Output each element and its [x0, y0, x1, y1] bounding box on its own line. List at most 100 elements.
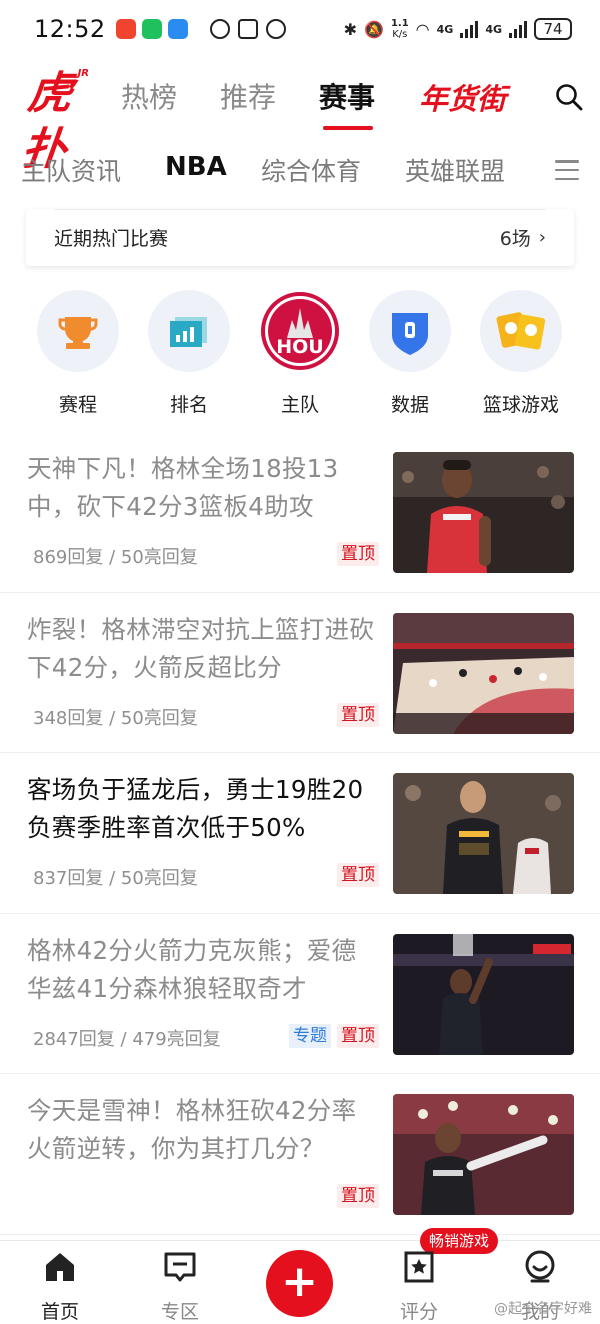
post-tags: 置顶	[337, 863, 379, 887]
hot-games-title: 近期热门比赛	[54, 228, 169, 250]
post-meta: 869回复 / 50亮回复	[33, 547, 198, 568]
status-right: ✱ 🔕 1.1 K/s ◠ 4G 4G 74	[344, 18, 572, 40]
quick-entry-basketball-games[interactable]: 篮球游戏	[471, 290, 571, 417]
list-item[interactable]: 今天是雪神！格林狂砍42分率火箭逆转，你为其打几分？ 置顶	[0, 1074, 600, 1235]
hot-games-count: 6场	[499, 228, 531, 250]
news-feed: 天神下凡！格林全场18投13中，砍下42分3篮板4助攻 869回复 / 50亮回…	[0, 432, 600, 1235]
data-saver-icon	[209, 19, 230, 39]
list-item[interactable]: 天神下凡！格林全场18投13中，砍下42分3篮板4助攻 869回复 / 50亮回…	[0, 432, 600, 593]
home-icon	[46, 1253, 74, 1281]
trophy-icon	[37, 290, 119, 372]
pinned-tag: 置顶	[337, 863, 379, 887]
post-title: 今天是雪神！格林狂砍42分率火箭逆转，你为其打几分？	[27, 1096, 357, 1163]
logo-badge: JR	[77, 68, 89, 79]
bluetooth-icon: ✱	[343, 19, 358, 39]
post-meta: 2847回复 / 479亮回复	[33, 1028, 221, 1050]
top-nav: 虎扑 JR 热榜 推荐 赛事 年货街	[0, 62, 600, 175]
list-item[interactable]: 炸裂！格林滞空对抗上篮打进砍下42分，火箭反超比分 348回复 / 50亮回复 …	[0, 593, 600, 753]
post-tags: 置顶	[337, 542, 379, 566]
quick-entry-label: 排名	[169, 394, 208, 416]
rating-star-icon	[404, 1251, 434, 1283]
post-button[interactable]: +	[266, 1250, 333, 1317]
weather-app-icon	[167, 19, 188, 39]
tab-label: 评分	[399, 1301, 438, 1323]
post-title: 炸裂！格林滞空对抗上篮打进砍下42分，火箭反超比分	[27, 614, 375, 682]
tab-label: 首页	[40, 1301, 79, 1323]
tab-recommend[interactable]: 推荐	[220, 76, 276, 116]
topic-tag: 专题	[289, 1023, 331, 1048]
pinned-tag: 置顶	[337, 542, 379, 566]
list-item[interactable]: 客场负于猛龙后，勇士19胜20负赛季胜率首次低于50% 837回复 / 50亮回…	[0, 753, 600, 914]
network-type-2: 4G	[485, 22, 502, 36]
post-tags: 置顶	[337, 702, 379, 727]
post-thumbnail	[393, 773, 574, 894]
list-item[interactable]: 格林42分火箭力克灰熊；爱德华兹41分森林狼轻取奇才 2847回复 / 479亮…	[0, 914, 600, 1074]
watermark-text: @起个名字好难	[494, 1301, 592, 1317]
status-bar: 12:52 ✱ 🔕 1.1 K/s ◠ 4G 4G 74	[0, 0, 600, 58]
sub-tab-general-sports[interactable]: 综合体育	[261, 152, 361, 188]
sub-tab-league-of-legends[interactable]: 英雄联盟	[405, 152, 505, 188]
quick-entry-ranking[interactable]: 排名	[139, 290, 239, 417]
quick-entry-schedule[interactable]: 赛程	[28, 290, 128, 417]
quick-entry-data[interactable]: 数据	[360, 290, 460, 417]
ranking-icon	[148, 290, 230, 372]
nfc-icon	[237, 19, 258, 39]
post-thumbnail	[393, 1094, 574, 1215]
hou-logo-text: HOU	[276, 336, 323, 358]
post-meta: 348回复 / 50亮回复	[33, 707, 198, 729]
post-thumbnail	[393, 452, 574, 573]
hou-team-logo: HOU	[259, 290, 341, 372]
bottom-tab-bar: 首页 专区 + 畅销游戏 评分 我的 @起个名字好难	[0, 1228, 600, 1324]
tab-events[interactable]: 赛事	[319, 76, 375, 116]
pinned-tag: 置顶	[337, 702, 379, 727]
tab-hot-list[interactable]: 热榜	[121, 76, 177, 116]
chat-box-icon	[164, 1252, 196, 1282]
post-title: 格林42分火箭力克灰熊；爱德华兹41分森林狼轻取奇才	[27, 935, 357, 1003]
quick-entry-label: 主队	[280, 394, 319, 416]
network-speed: 1.1 K/s	[391, 18, 409, 40]
alarm-icon	[265, 19, 286, 39]
system-indicators	[209, 19, 286, 39]
mute-icon: 🔕	[364, 19, 384, 39]
post-meta: 837回复 / 50亮回复	[33, 868, 198, 889]
post-title: 客场负于猛龙后，勇士19胜20负赛季胜率首次低于50%	[27, 775, 364, 842]
quick-entry-label: 数据	[390, 394, 429, 416]
quick-entry-label: 赛程	[58, 394, 97, 416]
speed-value: 1.1	[390, 18, 409, 29]
hot-games-card[interactable]: 近期热门比赛 6场 ›	[26, 209, 574, 266]
post-tags: 置顶	[337, 1184, 379, 1208]
quick-entries: 赛程 排名 HOU 主队 数据 篮球游戏	[0, 290, 600, 420]
speed-unit: K/s	[392, 29, 408, 40]
post-tags: 专题 置顶	[289, 1023, 379, 1048]
search-icon[interactable]	[554, 82, 584, 112]
profile-face-icon	[525, 1250, 555, 1283]
signal-icon-2	[509, 20, 527, 38]
tab-rating[interactable]: 评分	[379, 1249, 459, 1324]
tab-new-year-market[interactable]: 年货街	[419, 76, 506, 118]
tab-zone[interactable]: 专区	[140, 1249, 220, 1324]
taobao-app-icon	[115, 19, 136, 39]
chevron-right-icon: ›	[538, 227, 546, 248]
sub-tab-nba[interactable]: NBA	[165, 152, 227, 182]
quick-entry-label: 篮球游戏	[482, 394, 559, 416]
menu-icon[interactable]	[555, 160, 579, 180]
game-tickets-icon	[480, 290, 562, 372]
tab-home[interactable]: 首页	[20, 1249, 100, 1324]
wifi-icon: ◠	[415, 19, 430, 39]
post-thumbnail	[393, 612, 574, 734]
post-title: 天神下凡！格林全场18投13中，砍下42分3篮板4助攻	[27, 454, 339, 521]
battery-icon: 74	[534, 18, 572, 40]
tab-label: 专区	[160, 1301, 199, 1323]
pinned-tag: 置顶	[337, 1184, 379, 1208]
wechat-app-icon	[141, 19, 162, 39]
sub-tab-home-team-news[interactable]: 主队资讯	[21, 152, 121, 188]
divider	[54, 209, 546, 210]
signal-icon	[460, 20, 479, 38]
active-tab-indicator	[323, 126, 373, 130]
quick-entry-home-team[interactable]: HOU 主队	[250, 290, 350, 417]
data-shield-icon	[369, 290, 451, 372]
sub-nav: 主队资讯 NBA 综合体育 英雄联盟	[0, 146, 600, 192]
status-time: 12:52	[34, 15, 106, 43]
notification-icons	[115, 19, 188, 39]
hupu-logo[interactable]: 虎扑 JR	[19, 66, 89, 175]
